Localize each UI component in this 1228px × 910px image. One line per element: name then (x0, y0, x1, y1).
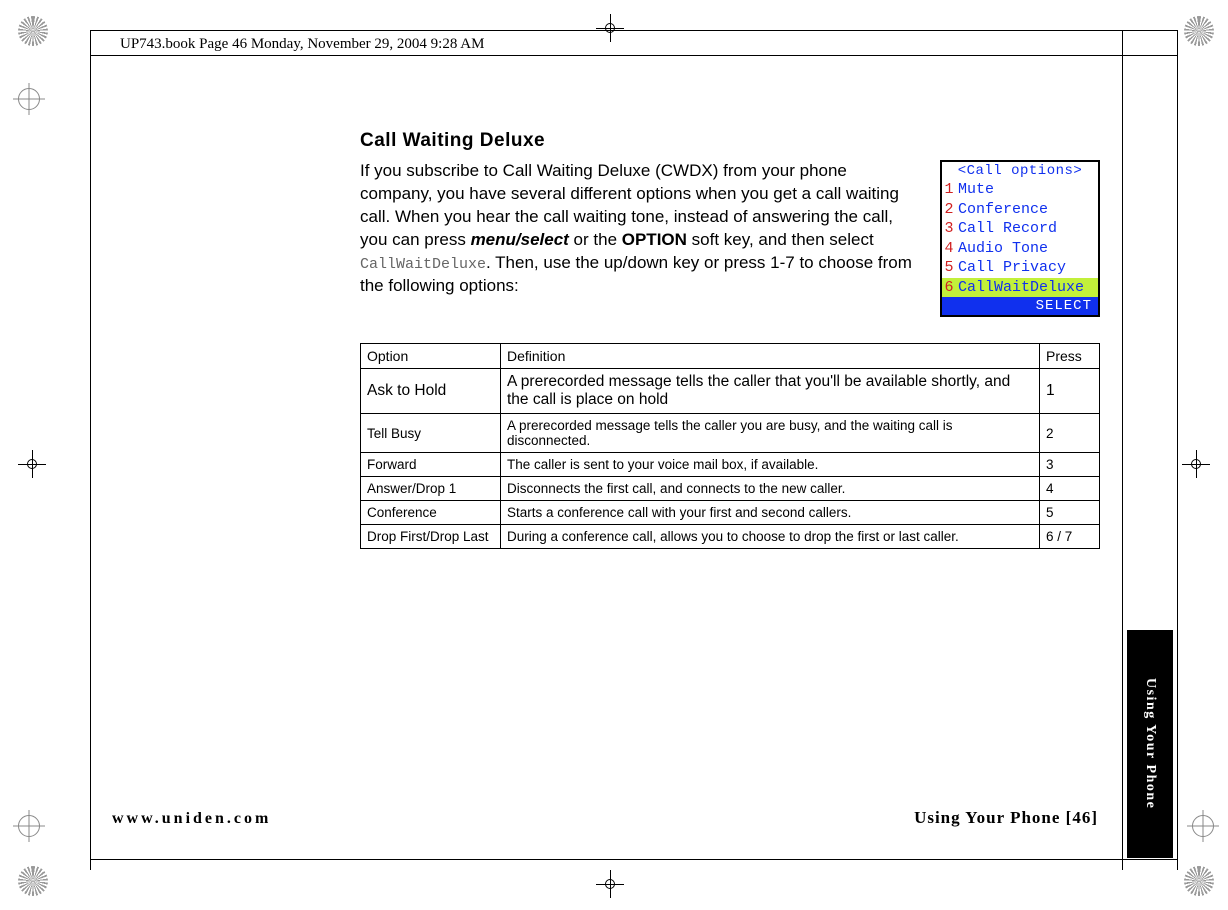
crop-line (90, 30, 91, 870)
th-press: Press (1040, 344, 1100, 369)
crop-line (1122, 30, 1123, 870)
phone-screen: <Call options> 1 Mute 2 Conference 3 Cal… (940, 160, 1100, 317)
side-tab-label: Using Your Phone (1142, 678, 1158, 809)
footer-page-label: Using Your Phone [46] (914, 808, 1098, 828)
reg-mark-cross-icon (1182, 450, 1210, 478)
intro-text: or the (569, 230, 622, 249)
td-definition: Disconnects the first call, and connects… (501, 477, 1040, 501)
reg-mark-corner-icon (18, 866, 48, 896)
reg-mark-circle-icon (18, 815, 40, 837)
phone-menu-item: 3 Call Record (942, 219, 1098, 239)
td-press: 2 (1040, 414, 1100, 453)
phone-softkey-select: SELECT (942, 297, 1098, 315)
phone-menu-num: 3 (942, 219, 956, 239)
table-header-row: Option Definition Press (361, 344, 1100, 369)
td-press: 6 / 7 (1040, 525, 1100, 549)
reg-mark-cross-icon (596, 14, 624, 42)
td-option: Conference (361, 501, 501, 525)
table-row: Forward The caller is sent to your voice… (361, 453, 1100, 477)
phone-menu-num: 1 (942, 180, 956, 200)
td-option: Tell Busy (361, 414, 501, 453)
crop-line (90, 30, 1178, 31)
phone-menu-num: 2 (942, 200, 956, 220)
call-wait-deluxe-label: CallWaitDeluxe (360, 256, 486, 273)
side-tab: Using Your Phone (1127, 630, 1173, 858)
td-option: Drop First/Drop Last (361, 525, 501, 549)
td-press: 3 (1040, 453, 1100, 477)
th-option: Option (361, 344, 501, 369)
crop-line (1177, 30, 1178, 870)
phone-menu-item-selected: 6 CallWaitDeluxe (942, 278, 1098, 298)
td-option: Answer/Drop 1 (361, 477, 501, 501)
td-definition: Starts a conference call with your first… (501, 501, 1040, 525)
table-row: Conference Starts a conference call with… (361, 501, 1100, 525)
phone-menu-num: 5 (942, 258, 956, 278)
td-press: 1 (1040, 369, 1100, 414)
reg-mark-corner-icon (1184, 16, 1214, 46)
reg-mark-corner-icon (1184, 866, 1214, 896)
td-definition: During a conference call, allows you to … (501, 525, 1040, 549)
content-area: Call Waiting Deluxe If you subscribe to … (360, 130, 1100, 549)
reg-mark-circle-icon (1192, 815, 1214, 837)
td-option: Forward (361, 453, 501, 477)
reg-mark-cross-icon (18, 450, 46, 478)
options-table: Option Definition Press Ask to Hold A pr… (360, 343, 1100, 549)
menu-select-label: menu/select (471, 230, 569, 249)
reg-mark-circle-icon (18, 88, 40, 110)
crop-line (90, 859, 1178, 860)
option-key-label: OPTION (622, 230, 687, 249)
phone-menu-label: Call Record (956, 219, 1098, 239)
phone-menu-num: 4 (942, 239, 956, 259)
phone-menu-label: Audio Tone (956, 239, 1098, 259)
reg-mark-corner-icon (18, 16, 48, 46)
phone-menu-label: Mute (956, 180, 1098, 200)
phone-menu-label: CallWaitDeluxe (956, 278, 1098, 298)
td-press: 4 (1040, 477, 1100, 501)
phone-menu-num: 6 (942, 278, 956, 298)
phone-menu-item: 4 Audio Tone (942, 239, 1098, 259)
intro-text: soft key, and then select (687, 230, 874, 249)
phone-menu-item: 5 Call Privacy (942, 258, 1098, 278)
crop-line (90, 55, 1178, 56)
phone-menu-label: Call Privacy (956, 258, 1098, 278)
doc-header: UP743.book Page 46 Monday, November 29, … (120, 36, 484, 53)
td-definition: A prerecorded message tells the caller y… (501, 414, 1040, 453)
section-heading: Call Waiting Deluxe (360, 130, 1100, 152)
table-row: Tell Busy A prerecorded message tells th… (361, 414, 1100, 453)
td-option: Ask to Hold (361, 369, 501, 414)
reg-mark-cross-icon (596, 870, 624, 898)
phone-menu-item: 1 Mute (942, 180, 1098, 200)
intro-paragraph: If you subscribe to Call Waiting Deluxe … (360, 160, 924, 298)
td-definition: A prerecorded message tells the caller t… (501, 369, 1040, 414)
phone-menu-item: 2 Conference (942, 200, 1098, 220)
th-definition: Definition (501, 344, 1040, 369)
table-row: Ask to Hold A prerecorded message tells … (361, 369, 1100, 414)
td-press: 5 (1040, 501, 1100, 525)
table-row: Answer/Drop 1 Disconnects the first call… (361, 477, 1100, 501)
phone-menu-label: Conference (956, 200, 1098, 220)
table-row: Drop First/Drop Last During a conference… (361, 525, 1100, 549)
td-definition: The caller is sent to your voice mail bo… (501, 453, 1040, 477)
phone-screen-title: <Call options> (942, 162, 1098, 180)
footer-url: www.uniden.com (112, 810, 271, 828)
